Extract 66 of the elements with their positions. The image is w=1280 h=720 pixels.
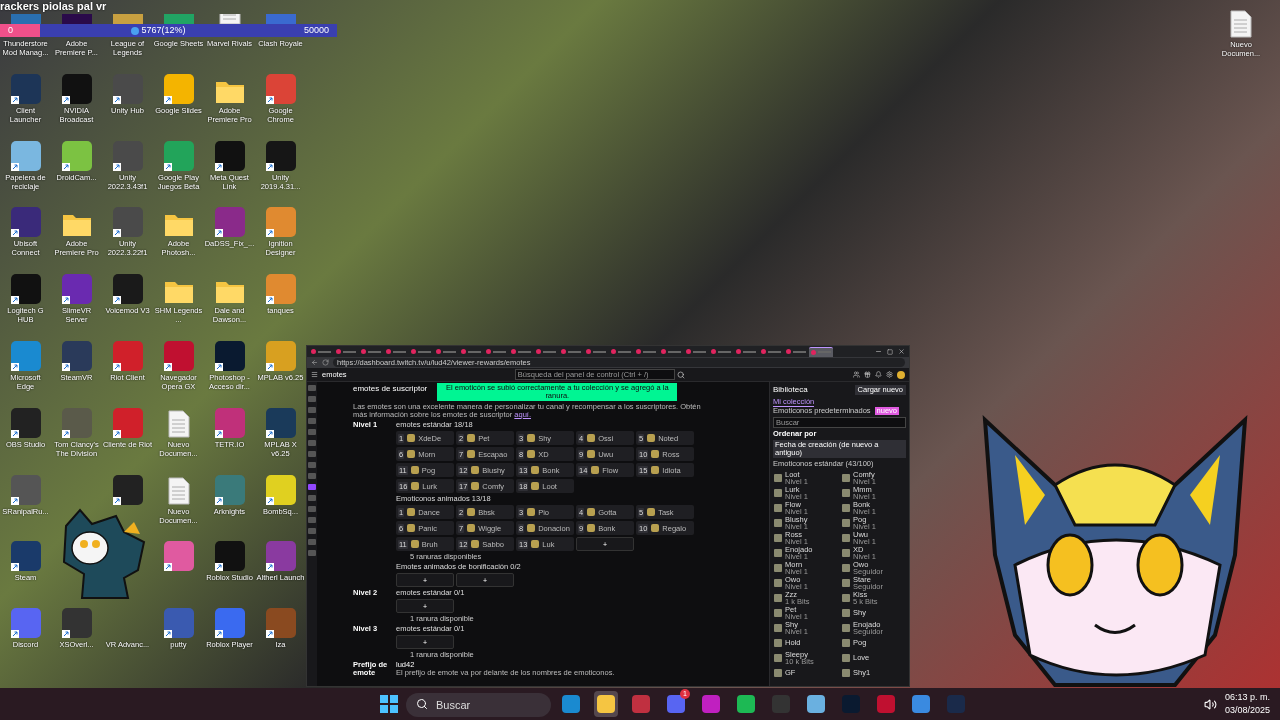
document-icon[interactable]	[1230, 10, 1252, 38]
favicon-icon	[461, 349, 466, 354]
goal-end: 50000	[303, 23, 329, 37]
overlay-title: rackers piolas pal vr	[0, 0, 107, 13]
favicon-icon	[661, 349, 666, 354]
app-icon[interactable]	[214, 207, 245, 238]
favicon-icon	[311, 349, 316, 354]
favicon-icon	[511, 349, 516, 354]
close-icon[interactable]	[898, 348, 905, 355]
notification-icon[interactable]	[875, 371, 882, 378]
favicon-icon	[386, 349, 391, 354]
drop-icon	[131, 26, 140, 35]
maximize-icon[interactable]	[887, 348, 893, 355]
app-icon[interactable]	[10, 207, 41, 238]
document-icon[interactable]	[167, 476, 190, 505]
taskbar-app-icon[interactable]	[594, 691, 618, 717]
favicon-icon	[436, 349, 441, 354]
favicon-icon	[761, 349, 766, 354]
favicon-icon	[361, 349, 366, 354]
favicon-icon	[786, 349, 791, 354]
back-icon[interactable]	[311, 359, 318, 366]
app-icon[interactable]	[214, 541, 245, 572]
browser-tab[interactable]	[809, 346, 833, 357]
reload-icon[interactable]	[322, 359, 329, 366]
app-icon[interactable]	[112, 207, 143, 238]
favicon-icon	[536, 349, 541, 354]
goal-start: 0	[8, 23, 13, 37]
document-icon[interactable]	[167, 409, 190, 438]
favicon-icon	[486, 349, 491, 354]
gift-icon[interactable]	[864, 371, 871, 378]
app-icon[interactable]	[112, 274, 143, 305]
app-icon[interactable]	[10, 274, 41, 305]
app-icon[interactable]	[214, 608, 245, 639]
favicon-icon	[636, 349, 641, 354]
favicon-icon	[736, 349, 741, 354]
windows-start-icon[interactable]	[380, 695, 398, 713]
app-icon[interactable]	[265, 541, 296, 572]
favicon-icon	[411, 349, 416, 354]
menu-icon[interactable]	[311, 371, 318, 378]
favicon-icon	[611, 349, 616, 354]
app-icon[interactable]	[163, 541, 194, 572]
app-icon[interactable]	[265, 608, 296, 639]
favicon-icon	[561, 349, 566, 354]
taskbar-search-field[interactable]: Buscar	[406, 692, 551, 717]
clock-time[interactable]: 06:13 p. m.	[1224, 690, 1270, 704]
library-title: Biblioteca	[773, 384, 808, 396]
search-icon	[416, 697, 428, 710]
goal-current: 5767(12%)	[141, 23, 186, 37]
app-icon[interactable]	[10, 541, 41, 572]
search-icon[interactable]	[676, 370, 685, 379]
minimize-icon[interactable]	[875, 348, 882, 355]
favicon-icon	[811, 349, 816, 355]
document-icon[interactable]	[218, 14, 241, 24]
favicon-icon	[711, 349, 716, 354]
favicon-icon	[686, 349, 691, 354]
favicon-icon	[586, 349, 591, 354]
favicon-icon	[336, 349, 341, 354]
section-title: emotes de suscriptor	[353, 383, 428, 395]
clock-date[interactable]: 03/08/2025	[1224, 704, 1270, 718]
settings-icon[interactable]	[886, 371, 893, 378]
volume-icon[interactable]	[1203, 697, 1217, 711]
users-icon[interactable]	[853, 371, 860, 378]
app-icon[interactable]	[61, 274, 92, 305]
app-icon[interactable]	[163, 608, 194, 639]
app-icon[interactable]	[61, 608, 92, 639]
avatar-icon[interactable]	[897, 370, 905, 379]
